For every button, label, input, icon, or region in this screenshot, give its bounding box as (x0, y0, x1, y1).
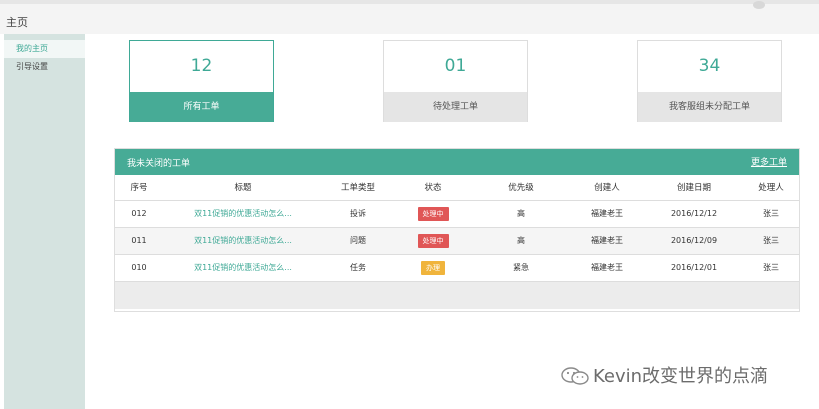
ticket-id: 012 (115, 200, 163, 228)
panel-header: 我未关闭的工单 更多工单 (115, 149, 799, 175)
status-badge: 办理 (421, 260, 445, 275)
column-header-title: 标题 (163, 175, 323, 201)
table-row[interactable]: 011 双11促销的优惠活动怎么... 问题 处理中 高 福建老王 2016/1… (115, 227, 799, 255)
ticket-priority: 高 (473, 200, 569, 228)
ticket-creator: 福建老王 (569, 200, 645, 228)
ticket-priority: 高 (473, 227, 569, 255)
ticket-status-cell: 处理中 (393, 200, 473, 228)
ticket-handler: 张三 (743, 227, 799, 255)
wechat-icon (561, 367, 589, 385)
ticket-creator: 福建老王 (569, 227, 645, 255)
unassigned-group-tickets-card[interactable]: 34 我客服组未分配工单 (637, 40, 782, 122)
ticket-title-link[interactable]: 双11促销的优惠活动怎么... (163, 254, 323, 282)
tickets-table: 序号 标题 工单类型 状态 优先级 创建人 创建日期 处理人 012 双11促销… (115, 175, 799, 282)
table-row[interactable]: 010 双11促销的优惠活动怎么... 任务 办理 紧急 福建老王 2016/1… (115, 254, 799, 282)
ticket-type: 任务 (323, 254, 393, 282)
avatar-icon[interactable] (753, 1, 765, 9)
all-tickets-card[interactable]: 12 所有工单 (129, 40, 274, 122)
card-label: 我客服组未分配工单 (638, 92, 781, 122)
ticket-date: 2016/12/09 (645, 227, 743, 255)
sidebar-item-my-home[interactable]: 我的主页 (4, 40, 85, 58)
panel-footer (115, 281, 799, 309)
panel-title: 我未关闭的工单 (127, 159, 191, 169)
column-header-id: 序号 (115, 175, 163, 201)
table-header-row: 序号 标题 工单类型 状态 优先级 创建人 创建日期 处理人 (115, 175, 799, 201)
ticket-date: 2016/12/12 (645, 200, 743, 228)
ticket-type: 投诉 (323, 200, 393, 228)
open-tickets-panel: 我未关闭的工单 更多工单 序号 标题 工单类型 状态 优先级 创建人 创建日期 … (114, 148, 800, 312)
ticket-status-cell: 办理 (393, 254, 473, 282)
page-title: 主页 (6, 16, 28, 29)
ticket-id: 010 (115, 254, 163, 282)
ticket-handler: 张三 (743, 200, 799, 228)
ticket-status-cell: 处理中 (393, 227, 473, 255)
ticket-handler: 张三 (743, 254, 799, 282)
column-header-priority: 优先级 (473, 175, 569, 201)
column-header-created-date: 创建日期 (645, 175, 743, 201)
watermark: Kevin改变世界的点滴 (561, 362, 768, 388)
ticket-title-link[interactable]: 双11促销的优惠活动怎么... (163, 227, 323, 255)
column-header-type: 工单类型 (323, 175, 393, 201)
sidebar-item-guide-settings[interactable]: 引导设置 (4, 58, 85, 76)
card-label: 所有工单 (130, 92, 273, 122)
pending-tickets-card[interactable]: 01 待处理工单 (383, 40, 528, 122)
card-count: 12 (190, 56, 213, 76)
ticket-creator: 福建老王 (569, 254, 645, 282)
ticket-type: 问题 (323, 227, 393, 255)
card-label: 待处理工单 (384, 92, 527, 122)
status-badge: 处理中 (417, 206, 449, 221)
card-count: 34 (698, 56, 721, 76)
ticket-title-link[interactable]: 双11促销的优惠活动怎么... (163, 200, 323, 228)
more-tickets-link[interactable]: 更多工单 (751, 155, 787, 168)
ticket-priority: 紧急 (473, 254, 569, 282)
column-header-creator: 创建人 (569, 175, 645, 201)
top-bar: 主页 (0, 0, 819, 34)
watermark-text: Kevin改变世界的点滴 (593, 366, 769, 387)
table-row[interactable]: 012 双11促销的优惠活动怎么... 投诉 处理中 高 福建老王 2016/1… (115, 200, 799, 228)
sidebar: 我的主页 引导设置 (4, 34, 85, 409)
status-badge: 处理中 (417, 233, 449, 248)
ticket-id: 011 (115, 227, 163, 255)
column-header-status: 状态 (393, 175, 473, 201)
ticket-date: 2016/12/01 (645, 254, 743, 282)
column-header-handler: 处理人 (743, 175, 799, 201)
page: 主页 我的主页 引导设置 12 所有工单 01 待处理工单 34 我客服组未分配… (0, 0, 819, 409)
card-count: 01 (444, 56, 467, 76)
